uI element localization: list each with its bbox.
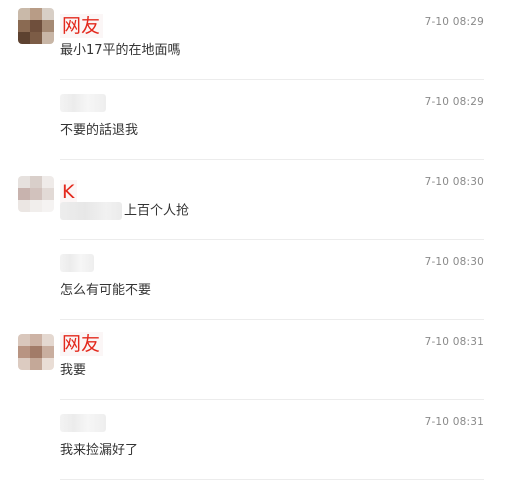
comment-item: 7-10 08:30 怎么有可能不要 xyxy=(0,240,517,320)
comment-item: 7-10 08:29 不要的話退我 xyxy=(0,80,517,160)
comment-nickname-blurred[interactable] xyxy=(60,414,106,432)
comment-text: 怎么有可能不要 xyxy=(60,283,152,298)
avatar[interactable] xyxy=(18,8,54,44)
mention-blurred xyxy=(60,202,122,220)
comment-timestamp: 7-10 08:29 xyxy=(424,96,484,108)
comment-timestamp: 7-10 08:31 xyxy=(424,416,484,428)
comment-text: 我要 xyxy=(60,363,87,378)
comment-nickname[interactable]: K xyxy=(60,180,78,204)
avatar[interactable] xyxy=(18,334,54,370)
comment-nickname[interactable]: 网友 xyxy=(60,332,104,356)
comment-text: 最小17平的在地面嗎 xyxy=(60,43,181,58)
comment-item: 网友 7-10 08:31 我要 xyxy=(0,320,517,400)
comment-item: K 7-10 08:30 上百个人抢 xyxy=(0,160,517,240)
comment-timestamp: 7-10 08:31 xyxy=(424,336,484,348)
comment-text: 我来捡漏好了 xyxy=(60,443,139,458)
comment-item: 网友 7-10 08:29 最小17平的在地面嗎 xyxy=(0,0,517,80)
comment-text-body: 上百个人抢 xyxy=(124,203,190,219)
avatar[interactable] xyxy=(18,176,54,212)
comment-timestamp: 7-10 08:29 xyxy=(424,16,484,28)
comment-nickname-blurred[interactable] xyxy=(60,94,106,112)
comment-timestamp: 7-10 08:30 xyxy=(424,256,484,268)
comment-item: 7-10 08:31 我来捡漏好了 xyxy=(0,400,517,480)
comment-nickname-blurred[interactable] xyxy=(60,254,94,272)
divider xyxy=(60,479,484,480)
comment-text: 上百个人抢 xyxy=(60,202,189,221)
comment-timestamp: 7-10 08:30 xyxy=(424,176,484,188)
comment-nickname[interactable]: 网友 xyxy=(60,14,104,38)
comment-text: 不要的話退我 xyxy=(60,123,139,138)
